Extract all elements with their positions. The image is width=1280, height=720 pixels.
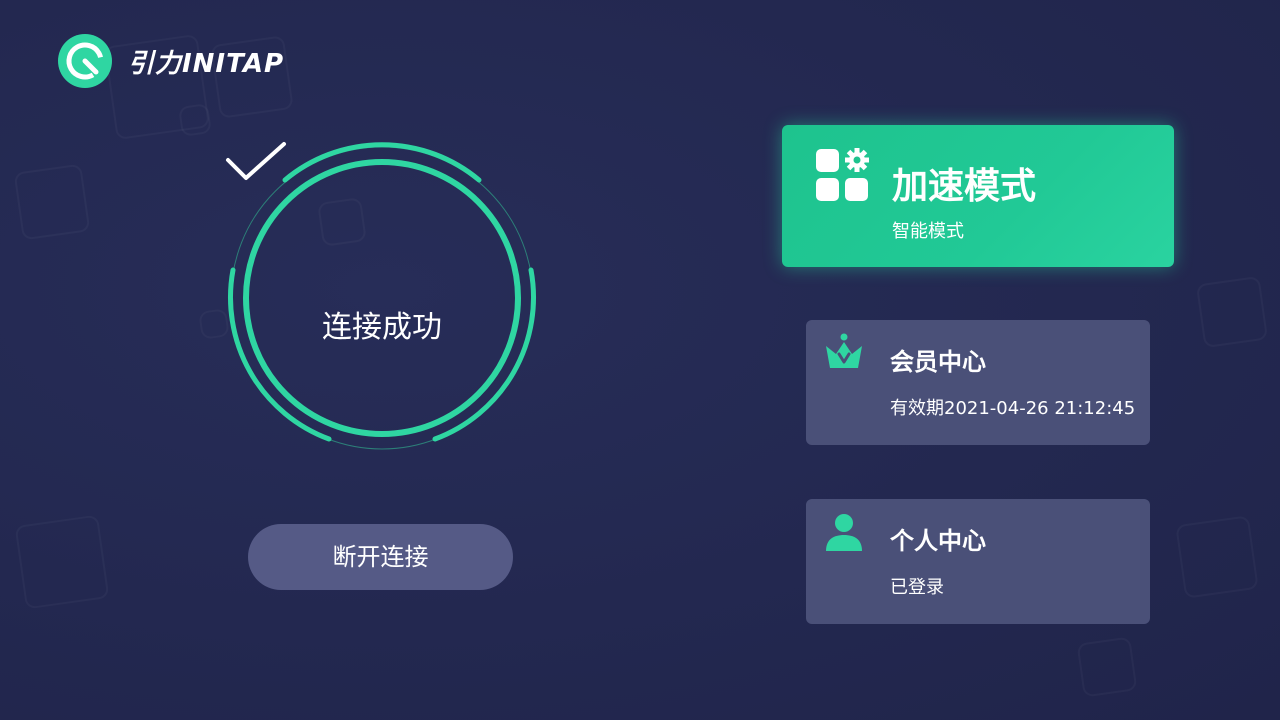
acceleration-mode-card[interactable]: 加速模式 智能模式	[782, 125, 1174, 267]
background-decoration	[1175, 515, 1259, 599]
apps-gear-icon	[816, 148, 869, 201]
acceleration-mode-subtitle: 智能模式	[892, 221, 964, 242]
connection-status-text: 连接成功	[322, 310, 442, 345]
acceleration-mode-title: 加速模式	[892, 166, 1037, 207]
app-logo: 引力INITAP	[58, 34, 284, 88]
background-decoration	[178, 103, 212, 137]
member-center-title: 会员中心	[890, 348, 986, 376]
logo-text: 引力INITAP	[128, 48, 285, 79]
personal-center-title: 个人中心	[890, 527, 986, 555]
membership-expiry-text: 有效期2021-04-26 21:12:45	[890, 398, 1136, 419]
background-decoration	[1196, 276, 1268, 348]
background-decoration	[14, 164, 91, 241]
background-decoration	[15, 515, 110, 610]
personal-center-card[interactable]: 个人中心 已登录	[806, 499, 1150, 624]
disconnect-button[interactable]: 断开连接	[248, 524, 513, 590]
user-icon	[826, 514, 862, 551]
login-status-text: 已登录	[890, 577, 944, 598]
background-decoration	[1077, 637, 1138, 698]
member-center-card[interactable]: 会员中心 有效期2021-04-26 21:12:45	[806, 320, 1150, 445]
app-screen: 引力INITAP 连接成功 断开连接 加速模式 智能模式 会员中心 有效期202…	[0, 0, 1280, 720]
checkmark-icon	[226, 142, 286, 180]
crown-icon	[826, 333, 862, 368]
connection-status-ring: 连接成功	[224, 140, 540, 456]
gauge-icon	[58, 34, 112, 88]
